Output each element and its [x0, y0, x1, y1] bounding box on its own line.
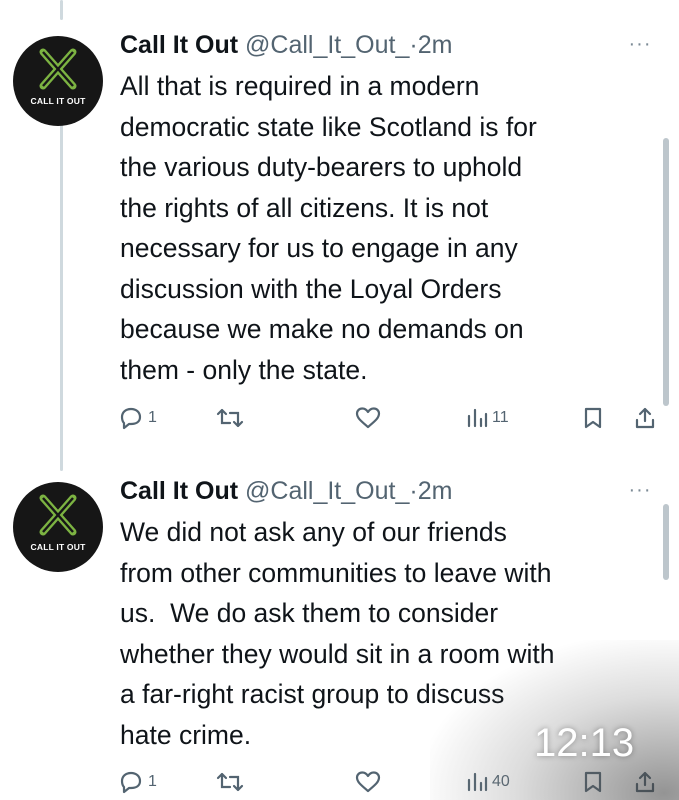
timestamp[interactable]: 2m: [418, 477, 453, 505]
handle[interactable]: @Call_It_Out_: [245, 31, 409, 59]
view-count: 40: [492, 773, 510, 790]
reply-button[interactable]: 1: [118, 402, 157, 434]
tweet-actions: 1: [118, 402, 663, 434]
video-timestamp: 12:13: [534, 721, 635, 765]
thread-line: [60, 0, 63, 20]
tweet-text: We did not ask any of our friends from o…: [120, 517, 555, 750]
call-it-out-logo-icon: [39, 494, 77, 536]
bookmark-icon: [584, 771, 602, 793]
heart-icon: [355, 771, 381, 793]
share-icon: [635, 771, 655, 793]
call-it-out-logo-icon: [39, 48, 77, 90]
separator: ·: [409, 31, 418, 59]
reply-count: 1: [148, 773, 157, 790]
reply-button[interactable]: 1: [118, 766, 157, 798]
retweet-icon: [216, 772, 244, 792]
more-options-icon[interactable]: ···: [624, 34, 656, 58]
scrollbar[interactable]: [663, 138, 669, 406]
avatar-label: CALL IT OUT: [30, 96, 86, 106]
reply-icon: [120, 407, 142, 430]
reply-count: 1: [148, 409, 157, 426]
views-button[interactable]: 40: [466, 766, 510, 798]
retweet-icon: [216, 408, 244, 428]
reply-icon: [120, 771, 142, 794]
avatar[interactable]: CALL IT OUT: [13, 482, 103, 572]
share-button[interactable]: [633, 402, 657, 434]
view-count: 11: [492, 409, 509, 426]
bookmark-button[interactable]: [582, 402, 604, 434]
views-chart-icon: [467, 772, 488, 792]
views-chart-icon: [467, 408, 488, 428]
separator: ·: [409, 477, 418, 505]
handle[interactable]: @Call_It_Out_: [245, 477, 409, 505]
share-button[interactable]: [633, 766, 657, 798]
more-options-icon[interactable]: ···: [624, 480, 656, 504]
like-button[interactable]: [354, 402, 386, 434]
tweet[interactable]: CALL IT OUT Call It Out @Call_It_Out_·2m…: [0, 28, 679, 448]
display-name[interactable]: Call It Out: [120, 477, 238, 505]
tweet-text: All that is required in a modern democra…: [120, 71, 537, 385]
retweet-button[interactable]: [216, 402, 248, 434]
thread-view: CALL IT OUT Call It Out @Call_It_Out_·2m…: [0, 0, 679, 800]
bookmark-icon: [584, 407, 602, 429]
share-icon: [635, 407, 655, 429]
tweet-actions: 1: [118, 766, 663, 798]
views-button[interactable]: 11: [466, 402, 509, 434]
scrollbar[interactable]: [663, 504, 669, 580]
retweet-button[interactable]: [216, 766, 248, 798]
avatar-label: CALL IT OUT: [30, 542, 86, 552]
heart-icon: [355, 407, 381, 429]
display-name[interactable]: Call It Out: [120, 31, 238, 59]
avatar[interactable]: CALL IT OUT: [13, 36, 103, 126]
like-button[interactable]: [354, 766, 386, 798]
bookmark-button[interactable]: [582, 766, 604, 798]
timestamp[interactable]: 2m: [418, 31, 453, 59]
tweet-header: Call It Out @Call_It_Out_·2m: [120, 474, 452, 508]
tweet-header: Call It Out @Call_It_Out_·2m: [120, 28, 452, 62]
